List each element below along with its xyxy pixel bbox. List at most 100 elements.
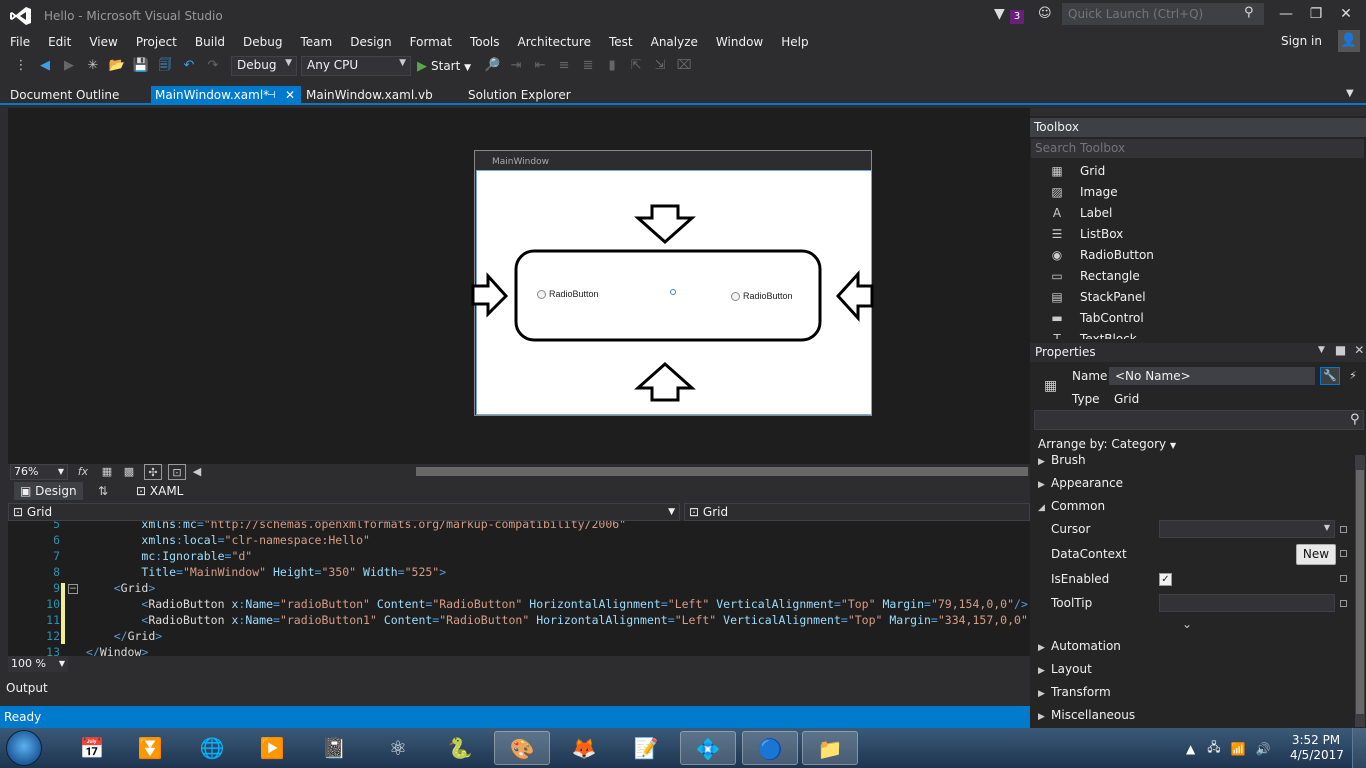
- toolbox-item-listbox[interactable]: ☰ ListBox: [1046, 224, 1346, 244]
- category-layout[interactable]: ▶ Layout: [1038, 662, 1092, 676]
- element-breadcrumb-left[interactable]: ⊡ Grid ▼: [8, 503, 680, 521]
- taskbar-app-python-icon[interactable]: 🐍: [432, 731, 488, 765]
- find-in-files-icon[interactable]: 🔎: [483, 57, 501, 75]
- category-transform[interactable]: ▶ Transform: [1038, 685, 1111, 699]
- save-icon[interactable]: 💾: [132, 57, 150, 75]
- taskbar-app-firefox-icon[interactable]: 🦊: [556, 731, 612, 765]
- taskbar-app-visual-studio-icon[interactable]: 💠: [680, 731, 736, 765]
- signal-icon[interactable]: 📶: [1231, 742, 1246, 756]
- menu-architecture[interactable]: Architecture: [508, 33, 599, 51]
- toolbox-header[interactable]: Toolbox: [1030, 118, 1366, 137]
- close-panel-icon[interactable]: ✕: [1354, 343, 1364, 357]
- tooltip-input[interactable]: [1159, 594, 1335, 612]
- new-project-icon[interactable]: ✳: [84, 57, 102, 75]
- new-datacontext-button[interactable]: New: [1296, 544, 1336, 565]
- editor-zoom-combo[interactable]: 100 % ▼: [8, 656, 68, 672]
- tabs-dropdown-icon[interactable]: ▼: [1346, 88, 1354, 99]
- menu-analyze[interactable]: Analyze: [641, 33, 706, 51]
- notification-count-badge[interactable]: 3: [1010, 10, 1024, 24]
- open-file-icon[interactable]: 📂: [108, 57, 126, 75]
- xaml-code-editor[interactable]: 5 xmlns:mc="http://schemas.openxmlformat…: [8, 521, 1030, 656]
- start-debugging-button[interactable]: ▶ Start ▼: [417, 59, 471, 74]
- close-button[interactable]: ✕: [1332, 4, 1360, 24]
- properties-search-input[interactable]: [1034, 410, 1364, 430]
- artboard-background-icon[interactable]: ✣: [144, 464, 162, 480]
- navigate-back-icon[interactable]: ◀: [36, 57, 54, 75]
- show-desktop-button[interactable]: [1352, 728, 1366, 768]
- show-hidden-icons-icon[interactable]: ▲: [1186, 742, 1195, 756]
- network-icon[interactable]: 🖧: [1207, 738, 1220, 759]
- show-grid-icon[interactable]: ▦: [98, 464, 116, 480]
- taskbar-app-paint-icon[interactable]: 🎨: [494, 731, 550, 765]
- step-icon[interactable]: ⇥: [507, 57, 525, 75]
- menu-tools[interactable]: Tools: [460, 33, 508, 51]
- search-icon[interactable]: ⚲: [1244, 5, 1254, 20]
- code-line[interactable]: 9 <Grid>: [8, 580, 1030, 596]
- xaml-view-tab[interactable]: ⊡ XAML: [136, 484, 183, 498]
- category-brush[interactable]: ▶ Brush: [1038, 453, 1086, 467]
- taskbar-app-notepad-icon[interactable]: 📓: [306, 731, 362, 765]
- properties-header[interactable]: Properties: [1030, 343, 1366, 362]
- menu-build[interactable]: Build: [185, 33, 233, 51]
- pin-icon[interactable]: ⊣: [267, 86, 276, 105]
- designer-horizontal-scrollbar[interactable]: [416, 467, 1028, 476]
- taskbar-app-sublime-icon[interactable]: 📝: [618, 731, 674, 765]
- code-line[interactable]: 8 Title="MainWindow" Height="350" Width=…: [8, 564, 1030, 580]
- taskbar-app-file-explorer-icon[interactable]: 📁: [802, 731, 858, 765]
- chevron-down-icon[interactable]: ▼: [1318, 345, 1325, 355]
- menu-format[interactable]: Format: [400, 33, 460, 51]
- clear-bookmarks-icon[interactable]: ⌧: [675, 57, 693, 75]
- snap-gridlines-icon[interactable]: ▩: [120, 464, 138, 480]
- advanced-options-marker[interactable]: [1340, 526, 1347, 533]
- design-view-tab[interactable]: ▣ Design: [14, 482, 83, 500]
- comment-icon[interactable]: ≡: [555, 57, 573, 75]
- account-icon[interactable]: 👤: [1338, 30, 1360, 52]
- taskbar-app-chrome-icon[interactable]: 🔵: [742, 731, 798, 765]
- toolbox-search-input[interactable]: [1031, 139, 1364, 158]
- tab-document-outline[interactable]: Document Outline: [6, 86, 123, 105]
- events-lightning-button[interactable]: ⚡: [1344, 367, 1362, 385]
- solution-platform-combo[interactable]: Any CPU ▼: [301, 56, 411, 76]
- step-over-icon[interactable]: ⇤: [531, 57, 549, 75]
- taskbar-clock[interactable]: 3:52 PM 4/5/2017: [1290, 733, 1344, 763]
- collapse-region-icon[interactable]: −: [68, 584, 78, 594]
- properties-scroll-thumb[interactable]: [1356, 470, 1364, 714]
- solution-configuration-combo[interactable]: Debug ▼: [231, 56, 297, 76]
- category-common[interactable]: ◢ Common: [1038, 499, 1105, 513]
- menu-edit[interactable]: Edit: [38, 33, 79, 51]
- toolbox-item-textblock[interactable]: T TextBlock: [1046, 329, 1346, 339]
- next-bookmark-icon[interactable]: ⇲: [651, 57, 669, 75]
- code-line[interactable]: 7 mc:Ignorable="d": [8, 548, 1030, 564]
- code-line[interactable]: 5 xmlns:mc="http://schemas.openxmlformat…: [8, 521, 1030, 532]
- toolbox-item-image[interactable]: ▨ Image: [1046, 182, 1346, 202]
- element-name-input[interactable]: [1109, 367, 1315, 385]
- sign-in-link[interactable]: Sign in: [1281, 34, 1322, 48]
- taskbar-app-media-player-icon[interactable]: ▶️: [244, 731, 300, 765]
- swap-panes-icon[interactable]: ⇅: [98, 484, 108, 498]
- menu-file[interactable]: File: [0, 33, 38, 51]
- code-line[interactable]: 12 </Grid>: [8, 628, 1030, 644]
- toolbox-item-radiobutton[interactable]: ◉ RadioButton: [1046, 245, 1346, 265]
- editor-horizontal-scrollbar[interactable]: [70, 656, 1030, 672]
- tab-mainwindow-xaml-vb[interactable]: MainWindow.xaml.vb: [302, 86, 437, 105]
- category-appearance[interactable]: ▶ Appearance: [1038, 476, 1123, 490]
- element-breadcrumb-right[interactable]: ⊡ Grid: [684, 503, 1030, 521]
- category-automation[interactable]: ▶ Automation: [1038, 639, 1121, 653]
- toolbox-item-grid[interactable]: ▦ Grid: [1046, 161, 1346, 181]
- menu-help[interactable]: Help: [771, 33, 816, 51]
- feedback-icon[interactable]: ☺: [1038, 6, 1054, 22]
- menu-project[interactable]: Project: [126, 33, 185, 51]
- menu-view[interactable]: View: [79, 33, 125, 51]
- menu-test[interactable]: Test: [599, 33, 641, 51]
- formula-icon[interactable]: fx: [74, 464, 92, 480]
- maximize-panel-icon[interactable]: ■: [1335, 343, 1346, 357]
- close-tab-icon[interactable]: ✕: [285, 86, 295, 105]
- designer-zoom-combo[interactable]: 76% ▼: [10, 464, 68, 480]
- navigate-forward-icon[interactable]: ▶: [60, 57, 78, 75]
- taskbar-app-downloader-icon[interactable]: ⏬: [122, 731, 178, 765]
- redo-icon[interactable]: ↷: [204, 57, 222, 75]
- toolbox-item-label[interactable]: A Label: [1046, 203, 1346, 223]
- scroll-left-icon[interactable]: ◀: [188, 464, 206, 480]
- menu-design[interactable]: Design: [340, 33, 399, 51]
- quick-launch-input[interactable]: [1062, 3, 1264, 25]
